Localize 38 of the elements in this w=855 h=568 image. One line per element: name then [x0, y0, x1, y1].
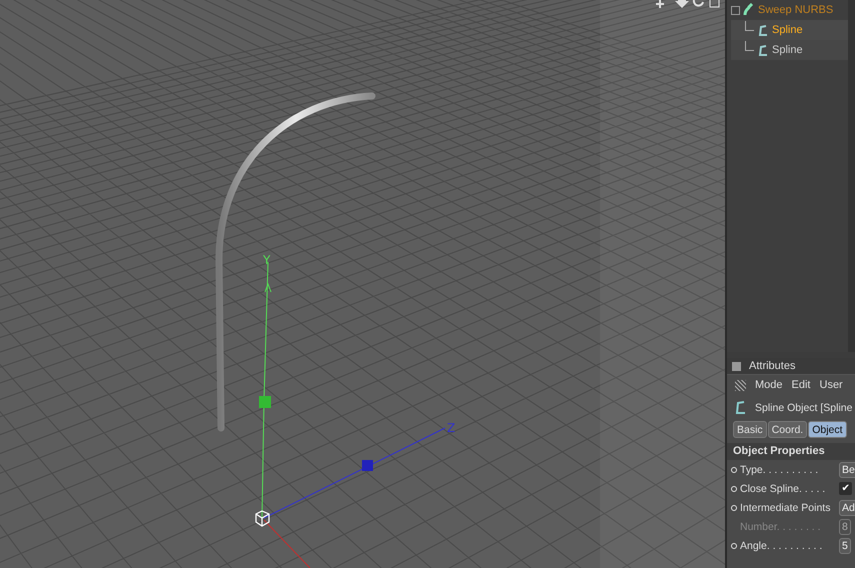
tab[interactable]: Basic: [733, 421, 767, 438]
tab[interactable]: Coord.: [768, 421, 808, 438]
rotate-icon[interactable]: [692, 0, 704, 7]
section-header: Object Properties: [727, 443, 855, 460]
sweep-object-icon: [743, 3, 755, 17]
x-axis-drawing: [264, 520, 310, 568]
spline-object-icon: [757, 24, 769, 36]
menu-item[interactable]: Mode: [755, 379, 783, 391]
property-label: Intermediate Points: [740, 502, 832, 514]
object-name[interactable]: Spline: [772, 44, 803, 56]
checkbox[interactable]: ✔: [839, 482, 852, 495]
maximize-icon[interactable]: [710, 0, 720, 8]
keyframe-dot-icon[interactable]: [731, 542, 737, 548]
object-name[interactable]: Sweep NURBS: [758, 4, 834, 16]
origin-cube-icon: [255, 510, 270, 527]
dropdown-field[interactable]: Ad: [839, 500, 855, 516]
menu-item[interactable]: User: [820, 379, 843, 391]
move-icon[interactable]: [655, 0, 665, 9]
down-arrow-icon[interactable]: [675, 0, 689, 8]
property-label: Type. . . . . . . . . .: [740, 464, 820, 476]
number-field[interactable]: 5: [839, 538, 851, 554]
property-label: Number. . . . . . . .: [740, 520, 822, 532]
object-name[interactable]: Spline: [772, 24, 803, 36]
menu-item[interactable]: Edit: [792, 379, 810, 391]
grip-icon: [735, 380, 746, 390]
property-label: Angle. . . . . . . . . .: [740, 540, 824, 552]
keyframe-dot-icon[interactable]: [731, 486, 737, 492]
dropdown-field[interactable]: Be: [839, 462, 855, 478]
keyframe-dot-icon[interactable]: [731, 466, 737, 472]
panel-icon: [732, 362, 741, 370]
collapse-icon[interactable]: [731, 6, 740, 14]
keyframe-dot-icon[interactable]: [731, 504, 737, 510]
panel-title: Attributes: [749, 360, 796, 372]
spline-object-icon: [757, 44, 769, 56]
object-title: Spline Object [Spline: [755, 402, 852, 414]
tab[interactable]: Object: [808, 421, 847, 438]
property-label: Close Spline. . . . .: [740, 482, 826, 494]
spline-object-icon: [733, 400, 747, 416]
